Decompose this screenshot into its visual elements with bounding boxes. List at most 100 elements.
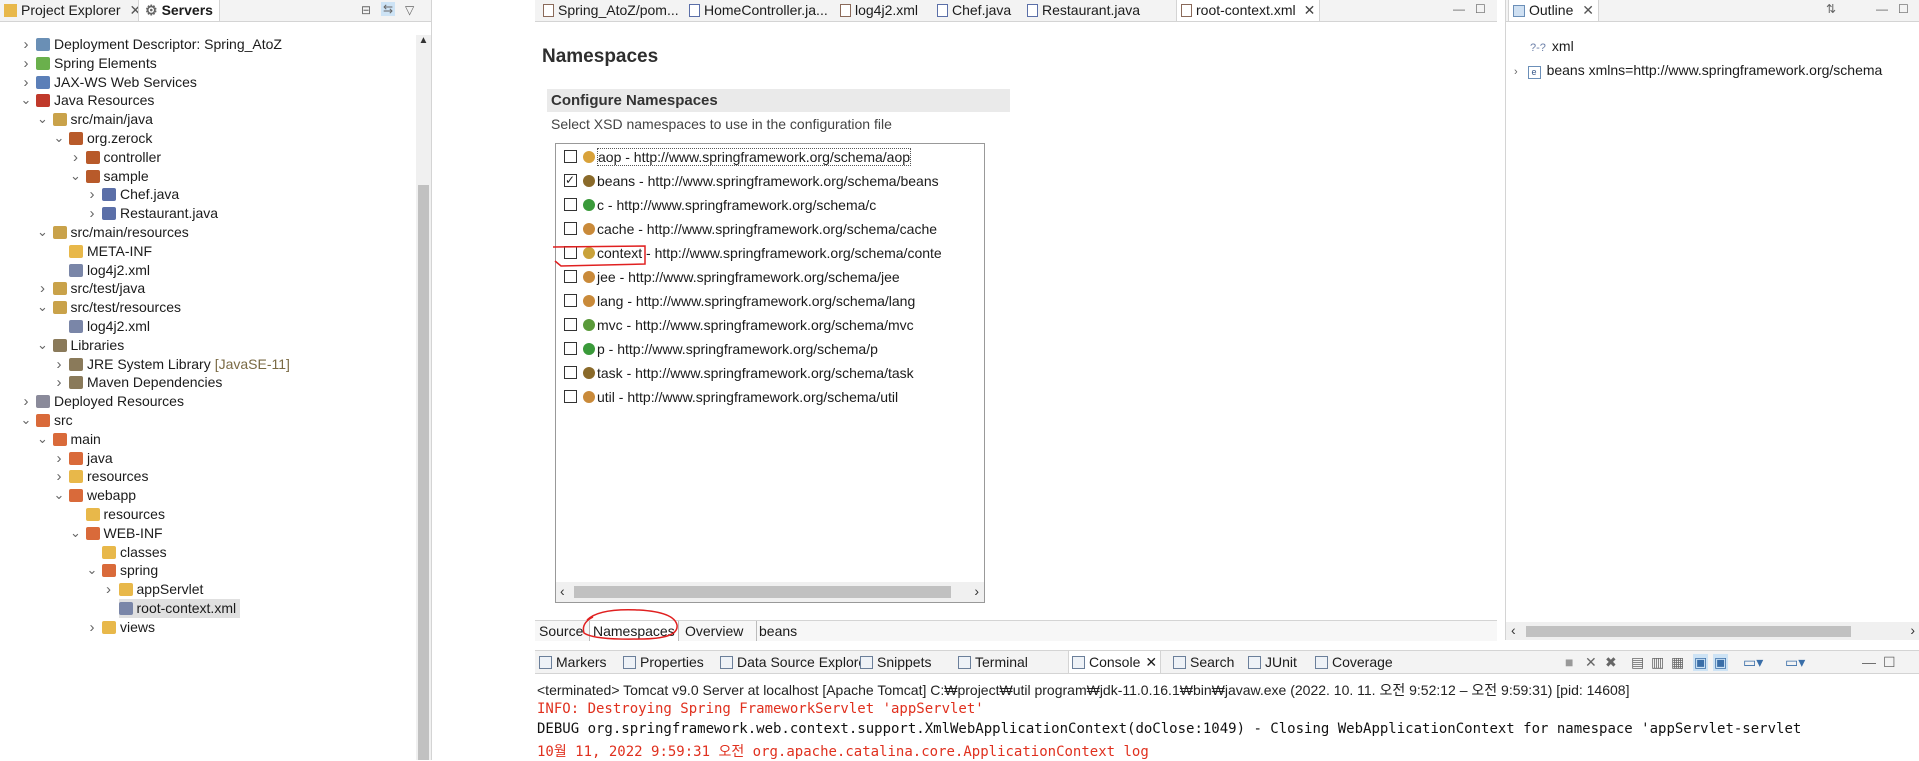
console-panel-tab[interactable]: Terminal (958, 651, 1028, 673)
editor-tab[interactable]: Spring_AtoZ/pom... (539, 0, 683, 21)
namespace-row[interactable]: mvc - http://www.springframework.org/sch… (564, 316, 914, 335)
namespace-row[interactable]: cache - http://www.springframework.org/s… (564, 220, 937, 239)
tree-item[interactable]: controller (85, 148, 161, 167)
console-output[interactable]: INFO: Destroying Spring FrameworkServlet… (535, 701, 1919, 761)
tree-item[interactable]: src/main/java (52, 110, 153, 129)
tree-item[interactable]: log4j2.xml (69, 317, 150, 336)
tab-outline[interactable]: Outline ✕ (1508, 0, 1599, 21)
tree-item[interactable]: Chef.java (102, 185, 179, 204)
namespace-row[interactable]: task - http://www.springframework.org/sc… (564, 364, 914, 383)
open-console-icon[interactable]: ▭▾ (1785, 654, 1805, 671)
scroll-right-arrow[interactable]: › (1910, 622, 1915, 638)
tree-item[interactable]: src/main/resources (52, 223, 189, 242)
console-panel-tab[interactable]: JUnit (1248, 651, 1297, 673)
chevron-right-icon[interactable]: › (86, 205, 98, 222)
editor-tab[interactable]: root-context.xml ✕ (1176, 0, 1321, 21)
maximize-icon[interactable]: ☐ (1898, 2, 1909, 16)
chevron-down-icon[interactable]: ⌄ (20, 92, 32, 108)
tree-item[interactable]: JRE System Library [JavaSE-11] (69, 355, 290, 374)
terminate-icon[interactable]: ■ (1565, 654, 1573, 670)
namespace-checkbox[interactable] (564, 318, 577, 331)
chevron-down-icon[interactable]: ⌄ (37, 337, 49, 353)
namespace-checkbox[interactable] (564, 270, 577, 283)
chevron-right-icon[interactable]: › (1514, 66, 1518, 78)
console-panel-tab[interactable]: Search (1173, 651, 1234, 673)
tree-item[interactable]: log4j2.xml (69, 261, 150, 280)
tree-item[interactable]: src/test/java (52, 279, 145, 298)
scroll-thumb[interactable] (1526, 626, 1851, 637)
tree-item[interactable]: META-INF (69, 242, 152, 261)
chevron-down-icon[interactable]: ⌄ (70, 168, 82, 184)
show-stdout-icon[interactable]: ▣ (1693, 654, 1709, 671)
console-panel-tab[interactable]: Console ✕ (1068, 651, 1162, 673)
minimize-icon[interactable]: — (1876, 2, 1888, 16)
chevron-down-icon[interactable]: ⌄ (53, 487, 65, 503)
console-panel-tab[interactable]: Markers (539, 651, 607, 673)
chevron-right-icon[interactable]: › (86, 619, 98, 636)
tree-item[interactable]: src/test/resources (52, 298, 181, 317)
scroll-lock-icon[interactable]: ▥ (1651, 654, 1664, 671)
chevron-down-icon[interactable]: ⌄ (37, 299, 49, 315)
console-panel-tab[interactable]: Data Source Explorer (720, 651, 871, 673)
maximize-icon[interactable]: ☐ (1883, 654, 1896, 671)
tree-item[interactable]: Deployment Descriptor: Spring_AtoZ (36, 35, 282, 54)
scroll-left-arrow[interactable]: ‹ (560, 583, 565, 599)
scroll-left-arrow[interactable]: ‹ (1511, 622, 1516, 638)
chevron-right-icon[interactable]: › (20, 55, 32, 72)
namespace-row[interactable]: jee - http://www.springframework.org/sch… (564, 268, 900, 287)
collapse-all-icon[interactable]: ⊟ (361, 3, 371, 17)
close-icon[interactable]: ✕ (1582, 2, 1594, 18)
display-console-icon[interactable]: ▭▾ (1743, 654, 1763, 671)
namespace-checkbox[interactable] (564, 294, 577, 307)
chevron-right-icon[interactable]: › (53, 468, 65, 485)
chevron-right-icon[interactable]: › (103, 581, 115, 598)
chevron-right-icon[interactable]: › (70, 149, 82, 166)
tree-item[interactable]: root-context.xml (118, 599, 241, 618)
namespace-row[interactable]: util - http://www.springframework.org/sc… (564, 388, 898, 407)
chevron-down-icon[interactable]: ⌄ (70, 525, 82, 541)
chevron-right-icon[interactable]: › (20, 393, 32, 410)
namespace-row[interactable]: aop - http://www.springframework.org/sch… (564, 148, 912, 167)
tree-item[interactable]: src (36, 411, 73, 430)
namespace-checkbox[interactable] (564, 198, 577, 211)
chevron-right-icon[interactable]: › (53, 356, 65, 373)
namespace-row[interactable]: lang - http://www.springframework.org/sc… (564, 292, 915, 311)
namespace-row[interactable]: beans - http://www.springframework.org/s… (564, 171, 939, 191)
show-stderr-icon[interactable]: ▣ (1713, 654, 1729, 671)
tree-item[interactable]: Libraries (52, 336, 124, 355)
minimize-icon[interactable]: — (1862, 654, 1876, 670)
tree-item[interactable]: WEB-INF (85, 524, 163, 543)
tree-item[interactable]: Spring Elements (36, 54, 157, 73)
editor-tab[interactable]: Restaurant.java (1023, 0, 1144, 21)
close-icon[interactable]: ✕ (1304, 2, 1316, 18)
clear-console-icon[interactable]: ▤ (1631, 654, 1644, 671)
sort-icon[interactable]: ⇅ (1826, 2, 1836, 16)
tree-item[interactable]: main (52, 430, 101, 449)
tab-source[interactable]: Source (539, 621, 583, 641)
tree-item[interactable]: sample (85, 167, 149, 186)
tree-item[interactable]: java (69, 449, 113, 468)
chevron-down-icon[interactable]: ⌄ (37, 111, 49, 127)
tree-item[interactable]: Maven Dependencies (69, 373, 222, 392)
chevron-right-icon[interactable]: › (53, 374, 65, 391)
tab-beans[interactable]: beans (756, 621, 797, 641)
tree-item[interactable]: Java Resources (36, 91, 154, 110)
tree-item[interactable]: JAX-WS Web Services (36, 73, 197, 92)
editor-tab[interactable]: HomeController.ja... (685, 0, 832, 21)
tree-item[interactable]: Restaurant.java (102, 204, 218, 223)
chevron-right-icon[interactable]: › (20, 74, 32, 91)
tab-project-explorer[interactable]: Project Explorer ✕ (4, 0, 141, 21)
editor-tab[interactable]: log4j2.xml (836, 0, 922, 21)
namespace-checkbox[interactable] (564, 171, 577, 190)
namespace-checkbox[interactable] (564, 390, 577, 403)
scroll-up-arrow[interactable]: ▲ (416, 35, 431, 46)
tree-item[interactable]: spring (102, 561, 158, 580)
remove-launch-icon[interactable]: ✕ (1585, 654, 1597, 671)
horizontal-scrollbar[interactable]: ‹ › (556, 582, 984, 602)
console-panel-tab[interactable]: Coverage (1315, 651, 1393, 673)
chevron-down-icon[interactable]: ⌄ (86, 562, 98, 578)
tree-item[interactable]: resources (85, 505, 165, 524)
namespace-row[interactable]: p - http://www.springframework.org/schem… (564, 340, 878, 359)
chevron-right-icon[interactable]: › (86, 186, 98, 203)
scroll-thumb[interactable] (418, 185, 429, 760)
